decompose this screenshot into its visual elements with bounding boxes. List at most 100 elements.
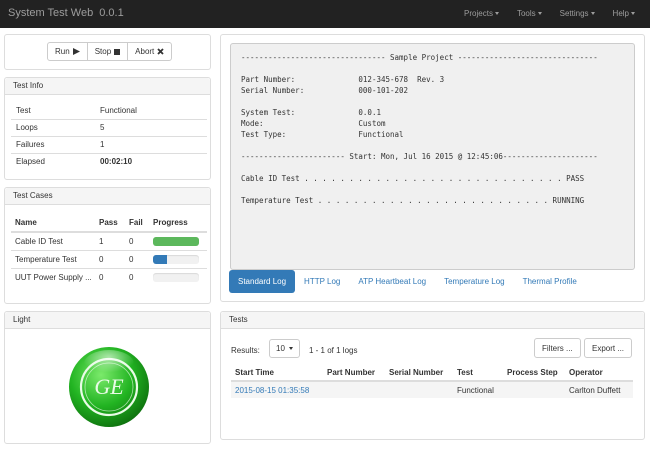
light-heading: Light	[5, 312, 210, 329]
test-info-panel: Test Info Test Functional Loops 5 Failures…	[4, 77, 211, 180]
tab-temperature-log[interactable]: Temperature Log	[435, 270, 513, 293]
test-info-row: Elapsed 00:02:10	[11, 152, 207, 170]
test-cases-table: Name Pass Fail Progress Cable ID Test 1 …	[11, 214, 207, 286]
test-info-row: Failures 1	[11, 135, 207, 153]
nav-settings-menu[interactable]: Settings	[551, 0, 604, 28]
case-pass: 1	[95, 231, 125, 250]
progress-bar	[153, 254, 199, 264]
table-row[interactable]: 2015-08-15 01:35:58 Functional Carlton D…	[231, 381, 633, 398]
case-name: Cable ID Test	[11, 231, 95, 250]
run-label: Run	[55, 47, 70, 56]
case-pass: 0	[95, 249, 125, 268]
light-panel: Light GE	[4, 311, 211, 444]
play-icon	[72, 48, 80, 55]
info-key-loops: Loops	[11, 118, 95, 136]
controls-panel: Run Stop Abort	[4, 34, 211, 70]
app-version: 0.0.1	[99, 7, 124, 19]
page-size-select[interactable]: 10	[269, 339, 300, 358]
col-pass: Pass	[95, 214, 125, 233]
caret-down-icon	[590, 12, 595, 16]
operator-cell: Carlton Duffett	[565, 381, 633, 398]
close-icon	[157, 48, 164, 55]
tab-http-log[interactable]: HTTP Log	[295, 270, 349, 293]
case-fail: 0	[125, 231, 149, 250]
col-fail: Fail	[125, 214, 149, 233]
nav-projects-menu[interactable]: Projects	[455, 0, 508, 28]
start-time-link[interactable]: 2015-08-15 01:35:58	[235, 386, 309, 395]
stop-icon	[114, 48, 121, 55]
test-info-heading: Test Info	[5, 78, 210, 95]
case-pass: 0	[95, 267, 125, 286]
page-size-value: 10	[276, 344, 285, 353]
filters-button[interactable]: Filters ...	[534, 338, 581, 358]
status-light-ge-logo: GE	[69, 347, 149, 427]
app-brand[interactable]: System Test Web 0.0.1	[8, 7, 124, 19]
info-value-loops: 5	[95, 118, 207, 136]
export-button[interactable]: Export ...	[584, 338, 633, 358]
info-value-failures: 1	[95, 135, 207, 153]
nav-tools-menu[interactable]: Tools	[508, 0, 551, 28]
col-test: Test	[453, 364, 503, 382]
test-case-row[interactable]: Temperature Test 0 0	[11, 249, 207, 268]
log-console: -------------------------------- Sample …	[230, 43, 635, 270]
test-info-row: Test Functional	[11, 102, 207, 119]
top-navbar: System Test Web 0.0.1 Projects Tools Set…	[0, 0, 650, 28]
log-panel: -------------------------------- Sample …	[220, 34, 645, 302]
progress-fill	[153, 254, 167, 264]
col-part-number: Part Number	[323, 364, 385, 382]
tab-thermal-profile[interactable]: Thermal Profile	[514, 270, 586, 293]
test-info-table: Test Functional Loops 5 Failures 1 Elapsed 0…	[11, 102, 207, 170]
col-name: Name	[11, 214, 95, 233]
caret-down-icon	[288, 347, 293, 350]
results-label: Results:	[231, 346, 260, 355]
col-progress: Progress	[149, 214, 207, 233]
test-cases-heading: Test Cases	[5, 188, 210, 205]
run-button[interactable]: Run	[47, 42, 88, 61]
tab-standard-log[interactable]: Standard Log	[229, 270, 296, 293]
serial-number-cell	[385, 381, 453, 398]
test-cell: Functional	[453, 381, 503, 398]
part-number-cell	[323, 381, 385, 398]
caret-down-icon	[494, 12, 499, 16]
test-case-row[interactable]: UUT Power Supply ... 0 0	[11, 267, 207, 286]
nav-help-menu[interactable]: Help	[604, 0, 644, 28]
abort-label: Abort	[135, 47, 155, 56]
case-name: UUT Power Supply ...	[11, 267, 95, 286]
info-key-elapsed: Elapsed	[11, 152, 95, 170]
tests-table: Start Time Part Number Serial Number Tes…	[231, 364, 633, 398]
abort-button[interactable]: Abort	[127, 42, 173, 61]
log-tabs: Standard Log HTTP Log ATP Heartbeat Log …	[229, 270, 586, 293]
info-key-test: Test	[16, 105, 31, 115]
nav-projects-label: Projects	[464, 9, 493, 18]
case-fail: 0	[125, 267, 149, 286]
nav-tools-label: Tools	[516, 9, 536, 18]
tests-heading: Tests	[221, 312, 644, 329]
col-process-step: Process Step	[503, 364, 565, 382]
tests-panel: Tests Results: 10 1 - 1 of 1 logs Filter…	[220, 311, 645, 440]
info-value-elapsed: 00:02:10	[95, 152, 207, 170]
app-title: System Test Web	[8, 7, 94, 19]
col-operator: Operator	[565, 364, 633, 382]
test-info-row: Loops 5	[11, 118, 207, 136]
results-count: 1 - 1 of 1 logs	[309, 346, 358, 355]
info-key-failures: Failures	[11, 135, 95, 153]
process-step-cell	[503, 381, 565, 398]
caret-down-icon	[537, 12, 542, 16]
tab-atp-heartbeat-log[interactable]: ATP Heartbeat Log	[349, 270, 435, 293]
case-name: Temperature Test	[11, 249, 95, 268]
progress-fill	[153, 236, 199, 246]
col-serial-number: Serial Number	[385, 364, 453, 382]
test-case-row[interactable]: Cable ID Test 1 0	[11, 231, 207, 250]
nav-settings-label: Settings	[559, 9, 589, 18]
nav-help-label: Help	[612, 9, 629, 18]
case-fail: 0	[125, 249, 149, 268]
col-start-time: Start Time	[231, 364, 323, 382]
stop-label: Stop	[94, 47, 112, 56]
run-controls: Run Stop Abort	[47, 42, 173, 61]
info-value-test: Functional	[100, 105, 137, 115]
stop-button[interactable]: Stop	[86, 42, 129, 61]
progress-bar	[153, 272, 199, 282]
test-cases-panel: Test Cases Name Pass Fail Progress Cable…	[4, 187, 211, 304]
progress-bar	[153, 236, 199, 246]
caret-down-icon	[631, 12, 635, 16]
